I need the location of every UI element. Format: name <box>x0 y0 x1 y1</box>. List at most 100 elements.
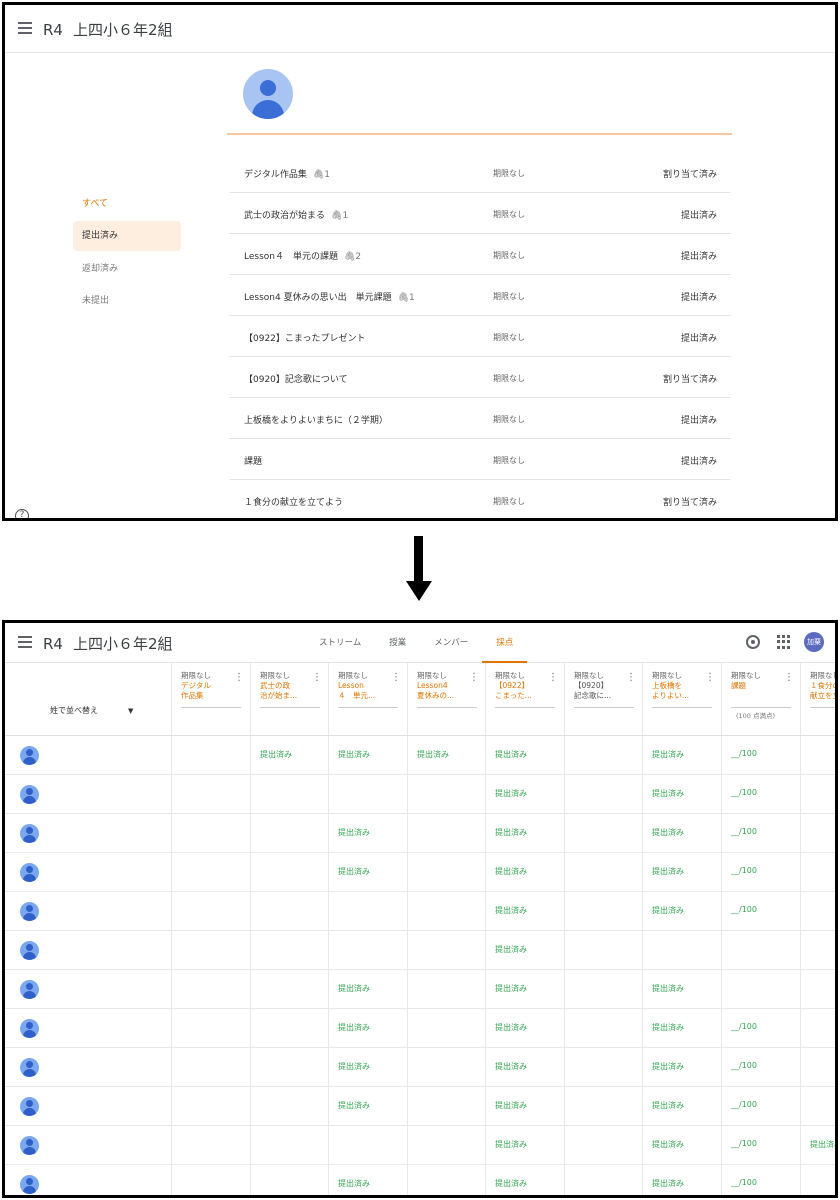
grade-cell[interactable]: 提出済み <box>338 1022 370 1033</box>
student-avatar-icon[interactable] <box>20 1175 39 1194</box>
student-avatar-icon[interactable] <box>20 902 39 921</box>
grade-cell[interactable]: 提出済み <box>652 983 684 994</box>
sort-select[interactable]: 姓で並べ替え ▼ <box>50 705 133 716</box>
grade-cell[interactable]: 提出済み <box>495 1100 527 1111</box>
grade-cell[interactable]: __/100 <box>731 1178 757 1187</box>
grade-column-header[interactable]: 期限なし Lesson4 夏休みの... ⋮ <box>407 663 485 735</box>
grade-cell[interactable]: 提出済み <box>338 1178 370 1189</box>
grade-column-header[interactable]: 期限なし 課題 ⋮ (100 点満点) <box>721 663 800 735</box>
grade-cell[interactable]: 提出済み <box>495 905 527 916</box>
apps-grid-icon[interactable] <box>777 635 791 649</box>
tab-grades[interactable]: 採点 <box>482 623 528 663</box>
grade-cell[interactable]: 提出済み <box>652 1139 684 1150</box>
grade-cell[interactable]: 提出済み <box>652 1178 684 1189</box>
assignment-row[interactable]: 武士の政治が始まる 🖇1 期限なし 提出済み <box>229 193 731 234</box>
filter-returned[interactable]: 返却済み <box>73 254 181 284</box>
more-vert-icon[interactable]: ⋮ <box>391 673 401 683</box>
grade-column-header[interactable]: 期限なし 【0920】 記念歌に... ⋮ <box>564 663 642 735</box>
more-vert-icon[interactable]: ⋮ <box>705 673 715 683</box>
grade-cell[interactable]: __/100 <box>731 1100 757 1109</box>
hamburger-menu-icon[interactable] <box>18 22 32 34</box>
student-avatar-icon[interactable] <box>20 941 39 960</box>
grade-cell[interactable]: 提出済み <box>810 1139 835 1150</box>
assignment-row[interactable]: 【0922】こまったプレゼント 期限なし 提出済み <box>229 316 731 357</box>
assignment-row[interactable]: １食分の献立を立てよう 期限なし 割り当て済み <box>229 480 731 518</box>
student-avatar-icon[interactable] <box>20 1019 39 1038</box>
grade-cell[interactable]: 提出済み <box>495 1022 527 1033</box>
grade-cell[interactable]: __/100 <box>731 866 757 875</box>
grade-cell[interactable]: 提出済み <box>495 788 527 799</box>
grade-cell[interactable]: 提出済み <box>652 749 684 760</box>
help-icon[interactable]: ? <box>15 509 29 518</box>
grade-cell[interactable]: 提出済み <box>338 1061 370 1072</box>
grade-cell[interactable]: 提出済み <box>338 1100 370 1111</box>
grade-cell[interactable]: 提出済み <box>652 866 684 877</box>
grade-cell[interactable]: __/100 <box>731 905 757 914</box>
assignment-row[interactable]: 課題 期限なし 提出済み <box>229 439 731 480</box>
grade-cell[interactable]: 提出済み <box>338 983 370 994</box>
grade-cell[interactable]: 提出済み <box>495 983 527 994</box>
grade-cell[interactable]: 提出済み <box>338 749 370 760</box>
grade-cell[interactable]: 提出済み <box>652 827 684 838</box>
grade-cell[interactable]: 提出済み <box>495 1061 527 1072</box>
grade-cell[interactable]: 提出済み <box>495 944 527 955</box>
assignment-row[interactable]: 上板橋をよりよいまちに（２学期） 期限なし 提出済み <box>229 398 731 439</box>
attachment-icon: 🖇2 <box>343 252 362 262</box>
student-avatar-icon[interactable] <box>20 1097 39 1116</box>
grade-cell[interactable]: __/100 <box>731 1061 757 1070</box>
tab-people[interactable]: メンバー <box>420 623 482 663</box>
more-vert-icon[interactable]: ⋮ <box>626 673 636 683</box>
student-avatar-icon[interactable] <box>20 1058 39 1077</box>
grade-cell[interactable]: 提出済み <box>652 1022 684 1033</box>
more-vert-icon[interactable]: ⋮ <box>784 673 794 683</box>
user-avatar[interactable]: 加粟 <box>804 632 824 652</box>
grade-cell[interactable]: 提出済み <box>652 1100 684 1111</box>
grade-cell[interactable]: __/100 <box>731 1139 757 1148</box>
more-vert-icon[interactable]: ⋮ <box>548 673 558 683</box>
student-avatar-icon[interactable] <box>20 1136 39 1155</box>
grade-cell[interactable]: __/100 <box>731 788 757 797</box>
grade-cell[interactable]: 提出済み <box>495 749 527 760</box>
grade-cell[interactable]: 提出済み <box>652 1061 684 1072</box>
tab-classwork[interactable]: 授業 <box>375 623 420 663</box>
grade-cell[interactable]: 提出済み <box>652 905 684 916</box>
grade-column-header[interactable]: 期限なし デジタル 作品集 ⋮ <box>171 663 250 735</box>
student-avatar-icon[interactable] <box>20 746 39 765</box>
grade-cell[interactable]: 提出済み <box>417 749 449 760</box>
assignment-row[interactable]: 【0920】記念歌について 期限なし 割り当て済み <box>229 357 731 398</box>
filter-missing[interactable]: 未提出 <box>73 286 181 316</box>
grade-column-header[interactable]: 期限なし 【0922】 こまった... ⋮ <box>485 663 564 735</box>
grade-cell[interactable]: __/100 <box>731 1022 757 1031</box>
grade-cell[interactable]: 提出済み <box>338 827 370 838</box>
class-title[interactable]: R4 上四小６年2組 <box>43 633 173 654</box>
grade-column-header[interactable]: 期限なし １食分の 献立を立... <box>800 663 835 735</box>
grade-column-header[interactable]: 期限なし Lesson ４ 単元... ⋮ <box>328 663 407 735</box>
student-avatar-icon[interactable] <box>20 863 39 882</box>
assignment-row[interactable]: Lesson４ 単元の課題 🖇2 期限なし 提出済み <box>229 234 731 275</box>
grade-cell[interactable]: 提出済み <box>338 866 370 877</box>
grade-cell[interactable]: 提出済み <box>652 788 684 799</box>
assignment-row[interactable]: デジタル作品集 🖇1 期限なし 割り当て済み <box>229 152 731 193</box>
filter-submitted[interactable]: 提出済み <box>73 221 181 251</box>
student-avatar-icon[interactable] <box>20 785 39 804</box>
grade-cell[interactable]: 提出済み <box>260 749 292 760</box>
grade-column-header[interactable]: 期限なし 武士の政 治が始ま... ⋮ <box>250 663 328 735</box>
hamburger-menu-icon[interactable] <box>18 636 32 648</box>
tab-stream[interactable]: ストリーム <box>305 623 375 663</box>
student-avatar-icon[interactable] <box>20 824 39 843</box>
class-title[interactable]: R4 上四小６年2組 <box>43 19 173 40</box>
settings-gear-icon[interactable] <box>746 635 760 649</box>
grade-cell[interactable]: __/100 <box>731 749 757 758</box>
more-vert-icon[interactable]: ⋮ <box>234 673 244 683</box>
grade-cell[interactable]: 提出済み <box>495 866 527 877</box>
more-vert-icon[interactable]: ⋮ <box>469 673 479 683</box>
more-vert-icon[interactable]: ⋮ <box>312 673 322 683</box>
assignment-row[interactable]: Lesson4 夏休みの思い出 単元課題 🖇1 期限なし 提出済み <box>229 275 731 316</box>
filter-all[interactable]: すべて <box>73 189 181 219</box>
grade-column-header[interactable]: 期限なし 上板橋を よりよい... ⋮ <box>642 663 721 735</box>
grade-cell[interactable]: 提出済み <box>495 1178 527 1189</box>
grade-cell[interactable]: __/100 <box>731 827 757 836</box>
grade-cell[interactable]: 提出済み <box>495 1139 527 1150</box>
grade-cell[interactable]: 提出済み <box>495 827 527 838</box>
student-avatar-icon[interactable] <box>20 980 39 999</box>
